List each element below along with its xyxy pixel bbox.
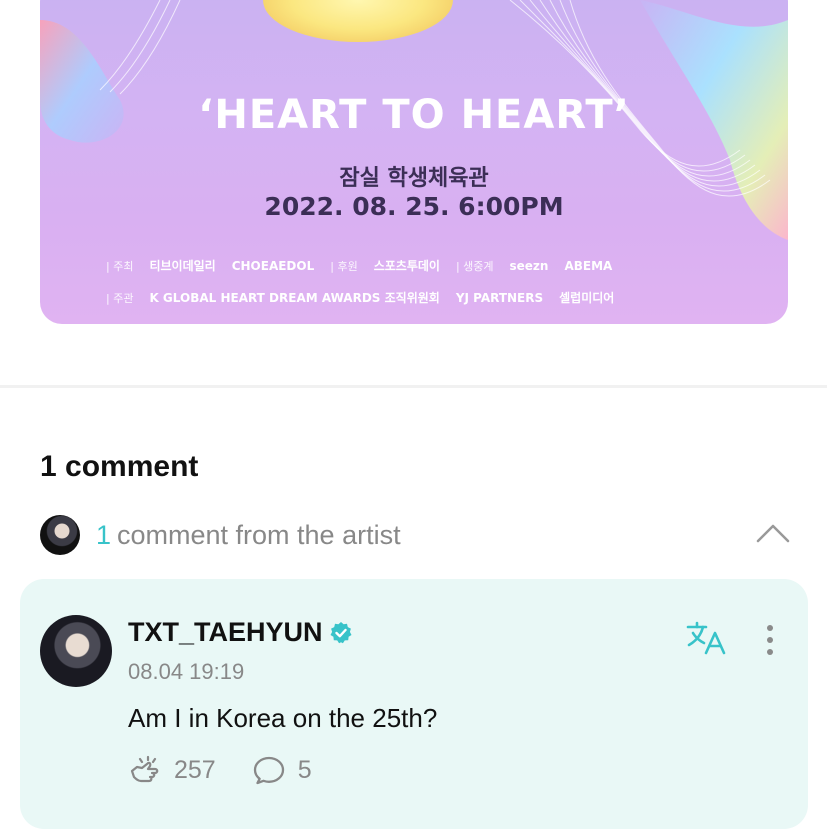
- more-vertical-icon[interactable]: [763, 623, 777, 657]
- reply-bubble-icon[interactable]: [252, 755, 286, 785]
- poster-venue: 잠실 학생체육관: [339, 166, 489, 191]
- credit-name: ABEMA: [564, 258, 613, 273]
- translate-icon[interactable]: [686, 621, 726, 655]
- comment-count-heading: 1 comment: [40, 450, 199, 483]
- artist-avatar-small: [40, 515, 80, 555]
- comment-stats: 257 5: [128, 755, 312, 785]
- username-text: TXT_TAEHYUN: [128, 617, 323, 647]
- poster-credits-row-1: | 주최 티브이데일리 CHOEAEDOL | 후원 스포츠투데이 | 생중계 …: [106, 257, 730, 274]
- poster-credits-row-2: | 주관 K GLOBAL HEART DREAM AWARDS 조직위원회 Y…: [106, 289, 730, 306]
- artist-comment-count: 1: [96, 520, 112, 550]
- verified-badge-icon: [330, 621, 352, 643]
- chevron-up-icon[interactable]: [756, 523, 790, 543]
- poster-date: 2022. 08. 25. 6:00PM: [264, 192, 564, 221]
- credit-role: | 주최: [106, 259, 134, 273]
- artist-comments-toggle[interactable]: 1 comment from the artist: [40, 515, 790, 555]
- credit-name: seezn: [509, 258, 549, 273]
- artist-comment-label: comment from the artist: [117, 520, 401, 550]
- artist-comment-card: TXT_TAEHYUN 08.04 19:19 Am I in Korea on…: [20, 579, 808, 829]
- credit-role: | 생중계: [455, 259, 494, 273]
- comment-author[interactable]: TXT_TAEHYUN: [128, 617, 353, 648]
- credit-name: K GLOBAL HEART DREAM AWARDS 조직위원회: [149, 291, 440, 305]
- event-poster[interactable]: ‘HEART TO HEART’ 잠실 학생체육관 2022. 08. 25. …: [40, 0, 788, 324]
- credit-name: 스포츠투데이: [373, 259, 440, 273]
- section-divider: [0, 385, 827, 388]
- avatar[interactable]: [40, 615, 112, 687]
- like-count: 257: [174, 755, 216, 784]
- poster-title: ‘HEART TO HEART’: [198, 92, 630, 138]
- credit-role: | 후원: [330, 259, 358, 273]
- credit-name: 티브이데일리: [149, 259, 216, 273]
- reply-count: 5: [297, 755, 312, 784]
- credit-name: 셀럽미디어: [559, 291, 615, 305]
- credit-name: CHOEAEDOL: [231, 258, 315, 273]
- comment-body: Am I in Korea on the 25th?: [128, 703, 438, 733]
- credit-name: YJ PARTNERS: [455, 290, 544, 305]
- credit-role: | 주관: [106, 291, 134, 305]
- comment-timestamp: 08.04 19:19: [128, 659, 245, 684]
- like-hand-icon[interactable]: [128, 755, 162, 785]
